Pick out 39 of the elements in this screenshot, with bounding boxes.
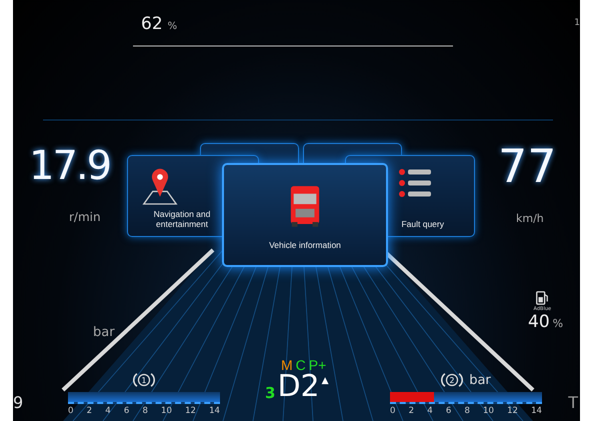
fuel-pump-icon — [535, 290, 550, 306]
pressure-unit: bar — [469, 372, 491, 388]
gauge-tick-label: 10 — [483, 406, 494, 416]
gauge-tick-label: 12 — [507, 406, 518, 416]
gauge-tick-label: 8 — [464, 406, 470, 416]
edge-reading: 9 — [13, 393, 24, 412]
rpm-value: 17.9 — [29, 146, 110, 186]
truck-icon — [288, 183, 322, 230]
gauge-tick-label: 6 — [124, 406, 130, 416]
map-pin-icon — [142, 166, 178, 206]
gear-mode: P+ — [308, 358, 326, 372]
shift-arrow: ▲ — [322, 376, 329, 386]
edge-reading: 1 — [574, 18, 580, 28]
gear-mode: C — [296, 358, 306, 372]
gauge-tick-label: 10 — [161, 406, 172, 416]
adblue-value: 40 — [528, 312, 550, 332]
adblue-unit: % — [552, 317, 564, 330]
gauge-tick-label: 8 — [142, 406, 148, 416]
gauge-tick-label: 14 — [531, 406, 542, 416]
gauge-tick-label: 4 — [105, 406, 111, 416]
gear-range: 3 — [265, 384, 276, 402]
rpm-unit: r/min — [69, 210, 101, 224]
gauge-tick-label: 0 — [390, 406, 396, 416]
gear-indicator: D2 — [277, 372, 320, 402]
gauge-tick-label: 12 — [185, 406, 196, 416]
gauge-tick-label: 2 — [86, 406, 92, 416]
gear-mode: M — [281, 358, 293, 372]
menu-card[interactable]: Vehicle information — [222, 163, 388, 267]
pressure-unit: bar — [93, 325, 115, 340]
gauge-tick-label: 6 — [446, 406, 452, 416]
top-reading-unit: % — [168, 21, 178, 32]
gauge-tick-label: 0 — [68, 406, 74, 416]
gauge-tick-label: 4 — [427, 406, 433, 416]
gauge-tick-label: 14 — [209, 406, 220, 416]
top-reading-value: 62 — [141, 14, 163, 34]
speed-unit: km/h — [516, 212, 544, 225]
speed-value: 77 — [498, 143, 557, 189]
gauge-tick-label: 2 — [408, 406, 414, 416]
edge-reading: T — [568, 393, 578, 412]
